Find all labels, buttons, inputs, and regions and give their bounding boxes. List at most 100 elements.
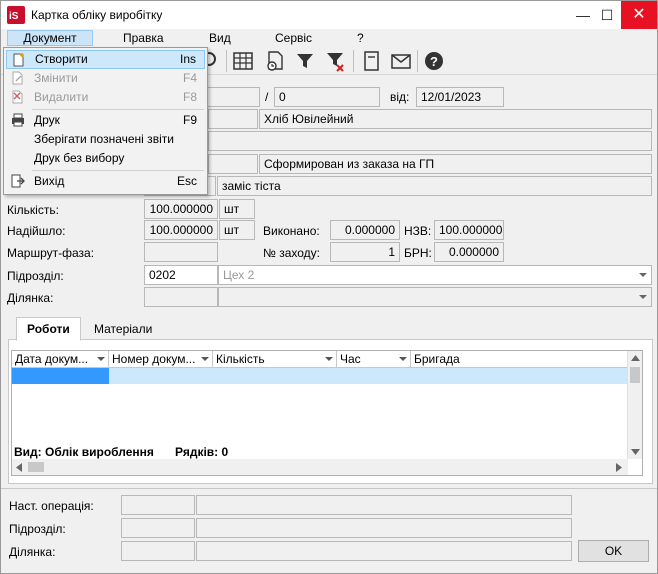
menu-item-label: Змінити	[34, 71, 78, 85]
column-header-label: Кількість	[216, 352, 265, 366]
tab-works[interactable]: Роботи	[16, 317, 81, 341]
tab-materials[interactable]: Матеріали	[84, 318, 162, 342]
scroll-thumb[interactable]	[28, 462, 44, 472]
menu-view[interactable]: Вид	[205, 30, 235, 46]
new-doc-icon	[13, 53, 24, 67]
scroll-left-icon[interactable]	[16, 463, 22, 472]
sort-arrow-icon	[97, 357, 105, 361]
run-label: № заходу:	[263, 246, 320, 260]
menu-item-delete[interactable]: Видалити F8	[6, 88, 205, 107]
menu-item-label: Вихід	[34, 174, 65, 188]
help-icon[interactable]: ?	[422, 49, 446, 73]
menu-item-shortcut: Ins	[179, 52, 196, 66]
menu-item-label: Друк без вибору	[34, 151, 125, 165]
toolbar-separator	[353, 50, 354, 72]
menu-bar: Документ Правка Вид Сервіс ?	[1, 29, 657, 47]
sort-arrow-icon	[325, 357, 333, 361]
section-select[interactable]	[218, 287, 652, 307]
next-operation-field[interactable]	[196, 495, 572, 515]
product-field[interactable]: Хліб Ювілейний	[259, 109, 652, 129]
bottom-section-code-field[interactable]	[121, 541, 195, 561]
route-label: Маршрут-фаза:	[7, 246, 95, 260]
scroll-thumb[interactable]	[630, 367, 640, 383]
grid-cell-selected[interactable]	[12, 368, 109, 384]
printer-icon	[12, 113, 24, 127]
scroll-down-icon[interactable]	[631, 449, 640, 455]
scroll-right-icon[interactable]	[616, 463, 622, 472]
close-button[interactable]: ✕	[621, 1, 657, 29]
section-label: Ділянка:	[7, 291, 54, 305]
operation-field[interactable]: заміс тіста	[217, 176, 652, 196]
division-select-value: Цех 2	[223, 268, 255, 282]
column-header-label: Бригада	[414, 352, 460, 366]
grid-rows-count: Рядків: 0	[175, 445, 229, 459]
basis-field[interactable]: Сформирован из заказа на ГП	[259, 154, 652, 174]
bottom-division-label: Підрозділ:	[9, 522, 66, 536]
table-icon[interactable]	[231, 49, 255, 73]
received-field[interactable]: 100.000000	[144, 220, 218, 240]
chevron-down-icon	[639, 273, 647, 277]
filter-clear-icon[interactable]	[323, 49, 347, 73]
grid-view-status: Вид: Облік вироблення	[14, 445, 154, 459]
works-grid: Дата докум... Номер докум... Кількість Ч…	[11, 350, 643, 476]
column-header-number[interactable]: Номер докум...	[109, 351, 213, 368]
column-header-time[interactable]: Час	[337, 351, 411, 368]
next-operation-label: Наст. операція:	[9, 499, 94, 513]
run-field[interactable]: 1	[330, 242, 400, 262]
scroll-up-icon[interactable]	[631, 355, 640, 361]
bottom-division-field[interactable]	[196, 518, 572, 538]
document-icon[interactable]	[359, 49, 383, 73]
menu-item-exit[interactable]: Вихід Esc	[6, 172, 205, 191]
column-header-quantity[interactable]: Кількість	[213, 351, 337, 368]
bottom-section-field[interactable]	[196, 541, 572, 561]
nzv-field[interactable]: 100.000000	[434, 220, 504, 240]
done-field[interactable]: 0.000000	[330, 220, 400, 240]
table-row[interactable]	[109, 368, 628, 384]
menu-help[interactable]: ?	[353, 30, 368, 46]
sort-arrow-icon	[399, 357, 407, 361]
sort-arrow-icon	[201, 357, 209, 361]
section-code-field[interactable]	[144, 287, 218, 307]
maximize-button[interactable]: ☐	[593, 1, 621, 29]
menu-item-print-no-select[interactable]: Друк без вибору	[6, 149, 205, 168]
basis-code-field[interactable]	[208, 154, 258, 174]
menu-item-print[interactable]: Друк F9	[6, 111, 205, 130]
menu-item-label: Зберігати позначені звіти	[34, 132, 174, 146]
title-bar: iS Картка обліку виробітку — ☐ ✕	[1, 1, 657, 29]
bottom-division-code-field[interactable]	[121, 518, 195, 538]
doc-subnumber-field[interactable]: 0	[274, 87, 380, 107]
column-header-brigade[interactable]: Бригада	[411, 351, 628, 368]
division-select[interactable]: Цех 2	[218, 265, 652, 285]
ok-button[interactable]: OK	[578, 540, 649, 562]
quantity-label: Кількість:	[7, 203, 59, 217]
mail-icon[interactable]	[389, 49, 413, 73]
date-label: від:	[390, 90, 410, 104]
product-code-field[interactable]	[208, 109, 258, 129]
division-code-field[interactable]: 0202	[144, 265, 218, 285]
column-header-date[interactable]: Дата докум...	[12, 351, 109, 368]
menu-item-shortcut: Esc	[176, 174, 197, 188]
column-header-label: Номер докум...	[112, 352, 196, 366]
received-unit-field[interactable]: шт	[219, 220, 255, 240]
exit-icon	[11, 174, 25, 188]
filter-icon[interactable]	[293, 49, 317, 73]
brn-field[interactable]: 0.000000	[434, 242, 504, 262]
menu-document[interactable]: Документ	[7, 30, 93, 46]
horizontal-scrollbar[interactable]	[12, 459, 628, 475]
menu-item-create[interactable]: Створити Ins	[6, 50, 205, 69]
clock-doc-icon[interactable]	[263, 49, 287, 73]
route-field[interactable]	[144, 242, 218, 262]
menu-item-save-reports[interactable]: Зберігати позначені звіти	[6, 130, 205, 149]
empty-field-row3[interactable]	[208, 131, 652, 151]
menu-service[interactable]: Сервіс	[271, 30, 316, 46]
quantity-field[interactable]: 100.000000	[144, 199, 218, 219]
done-label: Виконано:	[263, 224, 320, 238]
menu-item-edit[interactable]: Змінити F4	[6, 69, 205, 88]
chevron-down-icon	[639, 295, 647, 299]
vertical-scrollbar[interactable]	[627, 351, 642, 459]
delete-icon	[12, 90, 23, 104]
quantity-unit-field[interactable]: шт	[219, 199, 255, 219]
date-field[interactable]: 12/01/2023	[416, 87, 504, 107]
next-operation-code-field[interactable]	[121, 495, 195, 515]
menu-edit[interactable]: Правка	[119, 30, 168, 46]
